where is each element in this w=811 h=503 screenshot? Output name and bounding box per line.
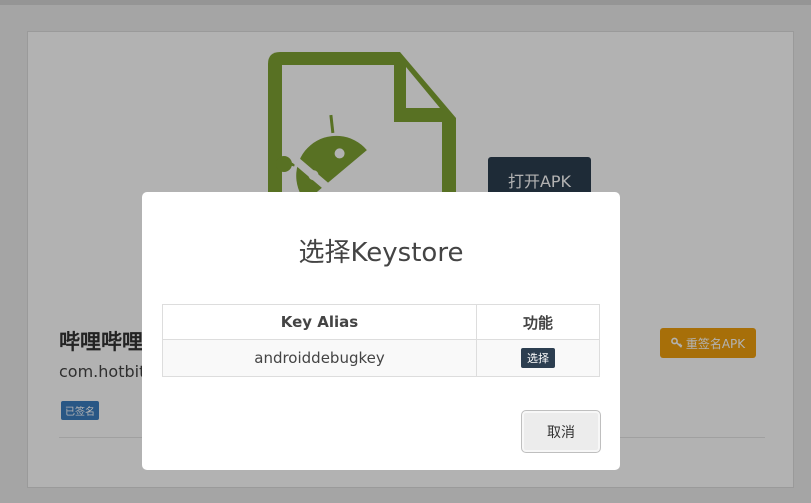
table-row: androiddebugkey 选择 [162,339,600,377]
column-header-function: 功能 [476,304,600,340]
select-key-button[interactable]: 选择 [521,348,555,368]
action-cell: 选择 [476,339,600,377]
cancel-button[interactable]: 取消 [521,410,601,453]
column-header-key-alias: Key Alias [162,304,477,340]
select-keystore-dialog: 选择Keystore Key Alias 功能 androiddebugkey … [142,192,620,470]
key-alias-cell: androiddebugkey [162,339,477,377]
keystore-table: Key Alias 功能 androiddebugkey 选择 [162,304,600,377]
table-header-row: Key Alias 功能 [162,304,600,340]
dialog-title: 选择Keystore [298,238,464,268]
